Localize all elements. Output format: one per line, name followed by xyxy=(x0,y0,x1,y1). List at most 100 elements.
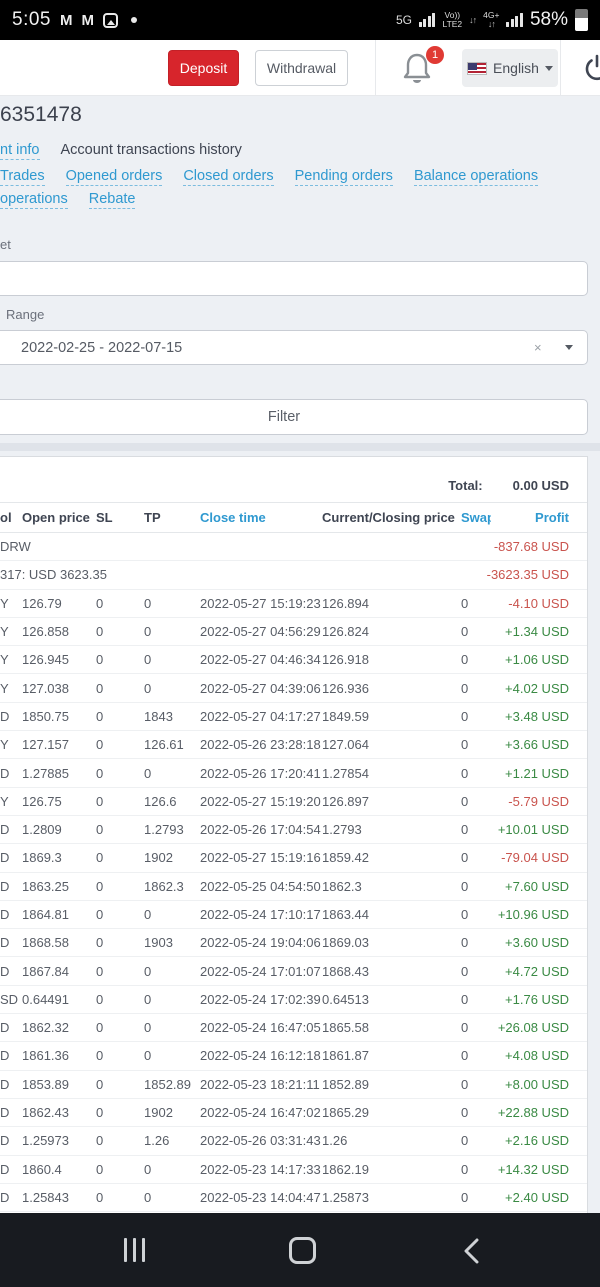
table-cell: 0 xyxy=(461,1048,491,1063)
table-cell: +22.88 USD xyxy=(491,1105,587,1120)
deposit-button[interactable]: Deposit xyxy=(168,50,239,86)
nav-link[interactable]: Pending orders xyxy=(295,168,393,186)
table-cell: 1.2809 xyxy=(22,822,96,837)
table-cell: 2022-05-27 15:19:23 xyxy=(200,596,322,611)
table-cell: 1862.3 xyxy=(144,879,200,894)
table-cell: 2022-05-23 18:21:11 xyxy=(200,1077,322,1092)
nav-link[interactable]: Trades xyxy=(0,168,45,186)
column-header: SL xyxy=(96,510,144,525)
table-row: Y126.750126.62022-05-27 15:19:20126.8970… xyxy=(0,788,587,816)
summary-profit: -3623.35 USD xyxy=(487,567,587,582)
table-cell: 126.6 xyxy=(144,794,200,809)
notifications-bell-button[interactable]: 1 xyxy=(400,51,440,87)
table-cell: +4.08 USD xyxy=(491,1048,587,1063)
table-cell: 1.27885 xyxy=(22,766,96,781)
table-cell: 2022-05-24 17:02:39 xyxy=(200,992,322,1007)
nav-link[interactable]: Balance operations xyxy=(414,168,538,186)
nav-link[interactable]: operations xyxy=(0,191,68,209)
signal-bars-icon xyxy=(506,13,523,27)
table-cell: 0 xyxy=(461,1105,491,1120)
withdrawal-button[interactable]: Withdrawal xyxy=(255,50,348,86)
table-cell: +2.16 USD xyxy=(491,1133,587,1148)
total-value: 0.00 USD xyxy=(513,478,569,493)
table-row: D1869.3019022022-05-27 15:19:161859.420-… xyxy=(0,844,587,872)
table-cell: +1.34 USD xyxy=(491,624,587,639)
summary-profit: -837.68 USD xyxy=(494,539,587,554)
table-cell: 0 xyxy=(144,624,200,639)
table-cell: 2022-05-26 03:31:43 xyxy=(200,1133,322,1148)
table-cell: 127.038 xyxy=(22,681,96,696)
table-cell: 126.79 xyxy=(22,596,96,611)
table-row: Y127.038002022-05-27 04:39:06126.9360+4.… xyxy=(0,674,587,702)
table-cell: 1.2793 xyxy=(322,822,461,837)
table-cell: 126.75 xyxy=(22,794,96,809)
table-cell: 1869.3 xyxy=(22,850,96,865)
table-cell: 0 xyxy=(461,794,491,809)
home-button[interactable] xyxy=(289,1237,316,1264)
range-dropdown-icon[interactable] xyxy=(565,345,573,350)
table-cell: 1860.4 xyxy=(22,1162,96,1177)
table-cell: 0 xyxy=(461,737,491,752)
table-cell: +4.02 USD xyxy=(491,681,587,696)
status-bar: 5:05 M M 5G Vo)) LTE2 ↓↑ 4G+ ↓↑ 58% xyxy=(0,0,600,40)
table-cell: 0 xyxy=(96,596,144,611)
table-cell: 1867.84 xyxy=(22,964,96,979)
table-row: D1850.75018432022-05-27 04:17:271849.590… xyxy=(0,703,587,731)
table-cell: 2022-05-25 04:54:50 xyxy=(200,879,322,894)
table-cell: 0 xyxy=(96,766,144,781)
back-chevron-icon xyxy=(462,1238,480,1264)
table-cell: +1.76 USD xyxy=(491,992,587,1007)
table-row: Y127.1570126.612022-05-26 23:28:18127.06… xyxy=(0,731,587,759)
table-cell: +10.01 USD xyxy=(491,822,587,837)
table-cell: 1850.75 xyxy=(22,709,96,724)
table-cell: 126.61 xyxy=(144,737,200,752)
phone-screen: 5:05 M M 5G Vo)) LTE2 ↓↑ 4G+ ↓↑ 58% Depo… xyxy=(0,0,600,1287)
nav-link[interactable]: Closed orders xyxy=(183,168,273,186)
table-cell: 2022-05-24 16:47:02 xyxy=(200,1105,322,1120)
notification-badge: 1 xyxy=(426,46,444,64)
sortable-column-header[interactable]: Close time xyxy=(200,510,322,525)
table-cell: Y xyxy=(0,624,22,639)
table-cell: 2022-05-26 17:04:54 xyxy=(200,822,322,837)
ticket-input[interactable] xyxy=(0,261,588,296)
table-cell: 2022-05-27 15:19:16 xyxy=(200,850,322,865)
table-cell: 1902 xyxy=(144,1105,200,1120)
language-selector[interactable]: English xyxy=(462,49,558,87)
filter-button[interactable]: Filter xyxy=(0,399,588,435)
table-cell: 0.64513 xyxy=(322,992,461,1007)
sortable-column-header[interactable]: Profit xyxy=(491,510,587,525)
battery-percent: 58% xyxy=(530,9,568,31)
nav-link[interactable]: Opened orders xyxy=(66,168,163,186)
table-cell: 2022-05-26 23:28:18 xyxy=(200,737,322,752)
summary-label: 317: USD 3623.35 xyxy=(0,567,107,582)
nav-link[interactable]: nt info xyxy=(0,142,40,160)
sortable-column-header[interactable]: Swap xyxy=(461,510,491,525)
table-cell: 0 xyxy=(96,624,144,639)
table-cell: 0 xyxy=(144,1190,200,1205)
table-cell: 0 xyxy=(144,1162,200,1177)
table-cell: 0 xyxy=(96,992,144,1007)
back-button[interactable] xyxy=(462,1238,480,1269)
table-cell: D xyxy=(0,1077,22,1092)
table-cell: 1868.58 xyxy=(22,935,96,950)
recents-button[interactable] xyxy=(124,1238,145,1262)
nav-link[interactable]: Rebate xyxy=(89,191,136,209)
table-cell: 0 xyxy=(96,1048,144,1063)
table-cell: 1902 xyxy=(144,850,200,865)
logout-button[interactable] xyxy=(583,54,600,87)
clear-range-icon[interactable]: × xyxy=(534,340,542,355)
power-icon xyxy=(583,54,600,82)
table-row: D1853.8901852.892022-05-23 18:21:111852.… xyxy=(0,1071,587,1099)
date-range-input[interactable] xyxy=(0,330,588,365)
table-cell: D xyxy=(0,1190,22,1205)
table-cell: 0 xyxy=(461,624,491,639)
column-header: Open price xyxy=(22,510,96,525)
gmail-icon: M xyxy=(60,12,73,29)
table-cell: 0.64491 xyxy=(22,992,96,1007)
table-cell: 0 xyxy=(461,1020,491,1035)
table-cell: 127.064 xyxy=(322,737,461,752)
nav-current-page: Account transactions history xyxy=(61,142,242,160)
table-cell: 1.26 xyxy=(322,1133,461,1148)
table-cell: 2022-05-27 04:17:27 xyxy=(200,709,322,724)
ticket-label: et xyxy=(0,237,11,252)
